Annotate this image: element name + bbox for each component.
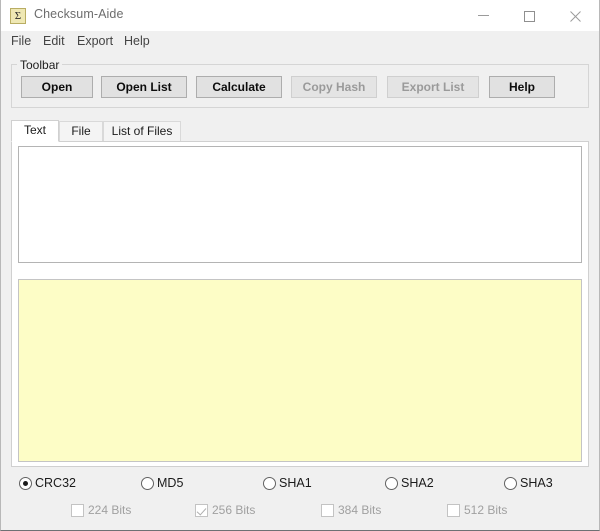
title-bar: Σ Checksum-Aide — [1, 0, 599, 32]
radio-label-crc32: CRC32 — [35, 476, 76, 490]
tab-list-of-files[interactable]: List of Files — [103, 121, 181, 142]
radio-label-md5: MD5 — [157, 476, 184, 490]
radio-crc32[interactable]: CRC32 — [19, 475, 76, 493]
checkbox-224-bits[interactable]: 224 Bits — [71, 502, 131, 520]
radio-mark-icon — [263, 477, 276, 490]
checkbox-512-bits[interactable]: 512 Bits — [447, 502, 507, 520]
radio-sha1[interactable]: SHA1 — [263, 475, 312, 493]
menu-item-edit[interactable]: Edit — [39, 33, 69, 49]
bit-length-checkbox-group: 224 Bits 256 Bits 384 Bits 512 Bits — [1, 502, 599, 522]
text-input[interactable] — [18, 146, 582, 263]
radio-mark-icon — [504, 477, 517, 490]
close-button[interactable] — [552, 0, 598, 30]
copy-hash-button[interactable]: Copy Hash — [291, 76, 377, 98]
result-output[interactable] — [18, 279, 582, 462]
checkbox-384-bits[interactable]: 384 Bits — [321, 502, 381, 520]
open-list-button[interactable]: Open List — [101, 76, 187, 98]
window-title: Checksum-Aide — [34, 7, 124, 21]
application-window: Σ Checksum-Aide File Edit Export Help To… — [0, 0, 600, 531]
menu-item-export[interactable]: Export — [73, 33, 117, 49]
tab-strip: Text File List of Files — [11, 120, 589, 142]
help-button[interactable]: Help — [489, 76, 555, 98]
checkbox-mark-icon — [71, 504, 84, 517]
tab-text[interactable]: Text — [11, 120, 59, 142]
radio-sha3[interactable]: SHA3 — [504, 475, 553, 493]
minimize-icon — [477, 15, 489, 16]
radio-mark-icon — [385, 477, 398, 490]
menu-bar: File Edit Export Help — [1, 31, 599, 51]
close-icon — [569, 11, 581, 22]
checkbox-mark-icon — [447, 504, 460, 517]
radio-label-sha3: SHA3 — [520, 476, 553, 490]
tab-file[interactable]: File — [59, 121, 103, 142]
toolbar-group-label: Toolbar — [17, 58, 63, 72]
radio-label-sha1: SHA1 — [279, 476, 312, 490]
export-list-button[interactable]: Export List — [387, 76, 479, 98]
sigma-app-icon: Σ — [10, 8, 26, 24]
maximize-icon — [523, 11, 535, 22]
menu-item-help[interactable]: Help — [120, 33, 154, 49]
checkbox-label-224-bits: 224 Bits — [88, 503, 132, 517]
radio-sha2[interactable]: SHA2 — [385, 475, 434, 493]
checkbox-mark-icon — [321, 504, 334, 517]
algorithm-radio-group: CRC32 MD5 SHA1 SHA2 SHA3 — [1, 475, 599, 495]
checkbox-mark-icon — [195, 504, 208, 517]
radio-md5[interactable]: MD5 — [141, 475, 183, 493]
radio-mark-icon — [19, 477, 32, 490]
radio-label-sha2: SHA2 — [401, 476, 434, 490]
checkbox-label-512-bits: 512 Bits — [464, 503, 508, 517]
maximize-button[interactable] — [506, 0, 552, 30]
minimize-button[interactable] — [460, 0, 506, 30]
open-button[interactable]: Open — [21, 76, 93, 98]
radio-mark-icon — [141, 477, 154, 490]
menu-item-file[interactable]: File — [7, 33, 35, 49]
checkbox-label-384-bits: 384 Bits — [338, 503, 382, 517]
checkbox-256-bits[interactable]: 256 Bits — [195, 502, 255, 520]
checkbox-label-256-bits: 256 Bits — [212, 503, 256, 517]
calculate-button[interactable]: Calculate — [196, 76, 282, 98]
